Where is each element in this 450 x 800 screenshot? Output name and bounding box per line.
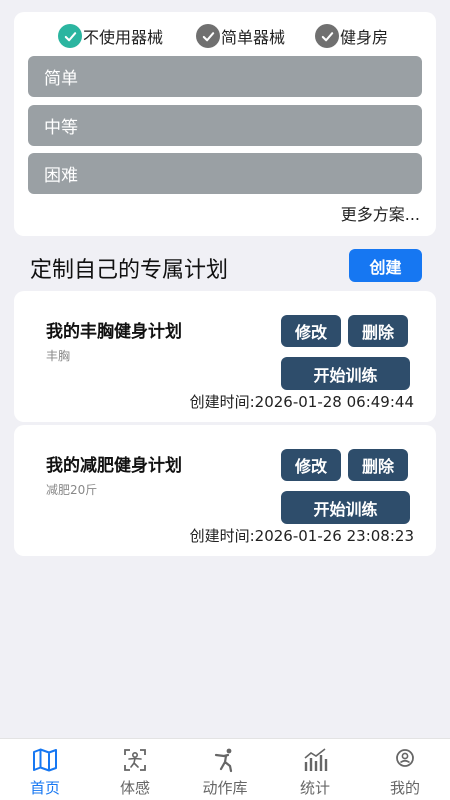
plan-description: 丰胸 [46, 349, 71, 363]
plan-name: 我的丰胸健身计划 [46, 322, 182, 342]
check-icon [315, 24, 339, 48]
tab-exercises[interactable]: 动作库 [180, 747, 270, 798]
delete-plan-button[interactable]: 删除 [348, 449, 408, 481]
motion-sensing-icon [124, 749, 146, 771]
more-plans-link[interactable]: 更多方案... [341, 201, 420, 225]
create-plan-button[interactable]: 创建 [349, 249, 422, 282]
tab-profile[interactable]: 我的 [360, 747, 450, 798]
start-training-button[interactable]: 开始训练 [281, 491, 410, 524]
edit-plan-button[interactable]: 修改 [281, 449, 341, 481]
plan-card: 我的减肥健身计划 减肥20斤 修改 删除 开始训练 创建时间:2026-01-2… [14, 425, 436, 556]
tab-stats[interactable]: 统计 [270, 747, 360, 798]
check-icon [196, 24, 220, 48]
equipment-filters: 不使用器械 简单器械 健身房 [14, 24, 436, 52]
filter-label: 简单器械 [221, 28, 286, 47]
tab-motion[interactable]: 体感 [90, 747, 180, 798]
filter-label: 不使用器械 [83, 28, 164, 47]
tab-label: 我的 [389, 779, 420, 797]
level-label: 中等 [44, 118, 78, 138]
tab-label: 体感 [119, 779, 150, 797]
map-icon [33, 748, 57, 772]
tab-home[interactable]: 首页 [0, 747, 90, 798]
plan-created-time: 创建时间:2026-01-28 06:49:44 [189, 393, 414, 411]
tab-label: 统计 [299, 779, 330, 797]
edit-plan-button[interactable]: 修改 [281, 315, 341, 347]
plan-name: 我的减肥健身计划 [46, 456, 182, 476]
level-label: 困难 [44, 166, 78, 186]
check-icon [58, 24, 82, 48]
level-hard-button[interactable]: 困难 [28, 153, 422, 194]
level-easy-button[interactable]: 简单 [28, 56, 422, 97]
plan-filter-card: 不使用器械 简单器械 健身房 简单 中等 困难 更多方案... [14, 12, 436, 236]
stats-icon [304, 748, 328, 771]
exercise-icon [214, 748, 233, 773]
bottom-tab-bar: 首页 体感 动作库 统计 我的 [0, 738, 450, 800]
start-training-button[interactable]: 开始训练 [281, 357, 410, 390]
plan-card: 我的丰胸健身计划 丰胸 修改 删除 开始训练 创建时间:2026-01-28 0… [14, 291, 436, 422]
filter-label: 健身房 [340, 28, 389, 47]
filter-simple-equipment[interactable]: 简单器械 [196, 24, 285, 48]
delete-plan-button[interactable]: 删除 [348, 315, 408, 347]
tab-label: 动作库 [202, 779, 248, 797]
level-medium-button[interactable]: 中等 [28, 105, 422, 146]
plan-description: 减肥20斤 [46, 483, 98, 497]
level-label: 简单 [44, 69, 78, 89]
profile-icon [396, 749, 414, 767]
filter-gym[interactable]: 健身房 [315, 24, 388, 48]
custom-plan-title: 定制自己的专属计划 [30, 258, 229, 283]
filter-no-equipment[interactable]: 不使用器械 [58, 24, 163, 48]
tab-label: 首页 [29, 779, 60, 797]
plan-created-time: 创建时间:2026-01-26 23:08:23 [189, 527, 414, 545]
